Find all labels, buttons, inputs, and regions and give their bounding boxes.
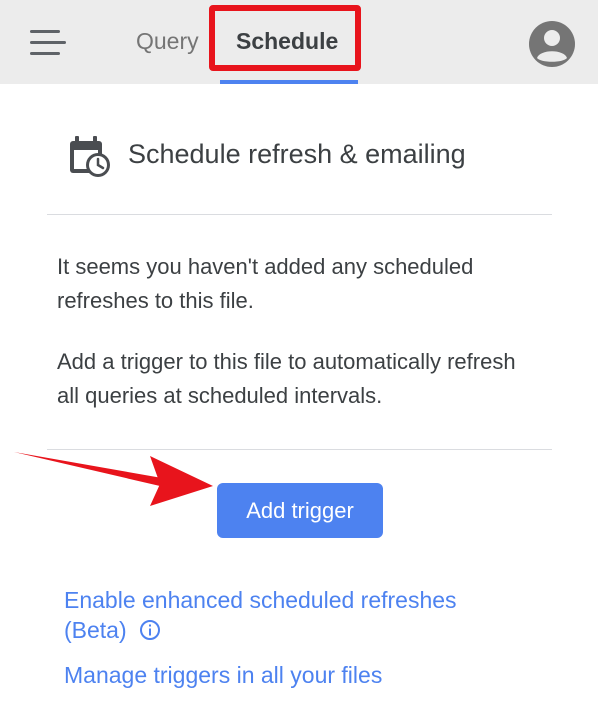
divider	[47, 214, 552, 215]
instructions-text: Add a trigger to this file to automatica…	[57, 349, 516, 408]
red-arrow-annotation	[14, 452, 213, 506]
tab-query[interactable]: Query	[136, 28, 199, 55]
hamburger-menu-icon[interactable]	[30, 30, 66, 56]
highlight-annotation-box	[209, 5, 361, 71]
active-tab-indicator	[220, 80, 358, 84]
card-title: Schedule refresh & emailing	[128, 139, 466, 169]
top-bar: Query Schedule	[0, 0, 598, 84]
calendar-clock-icon	[70, 136, 110, 177]
add-trigger-button[interactable]: Add trigger	[217, 483, 383, 538]
info-circle-icon[interactable]	[139, 619, 161, 641]
empty-state-message: It seems you haven't added any scheduled…	[57, 254, 474, 313]
enable-enhanced-refreshes-link[interactable]: Enable enhanced scheduled refreshes	[64, 585, 457, 615]
manage-triggers-link[interactable]: Manage triggers in all your files	[64, 660, 382, 690]
enable-enhanced-refreshes-beta-link[interactable]: (Beta)	[64, 615, 127, 645]
account-circle-icon[interactable]	[528, 20, 576, 68]
